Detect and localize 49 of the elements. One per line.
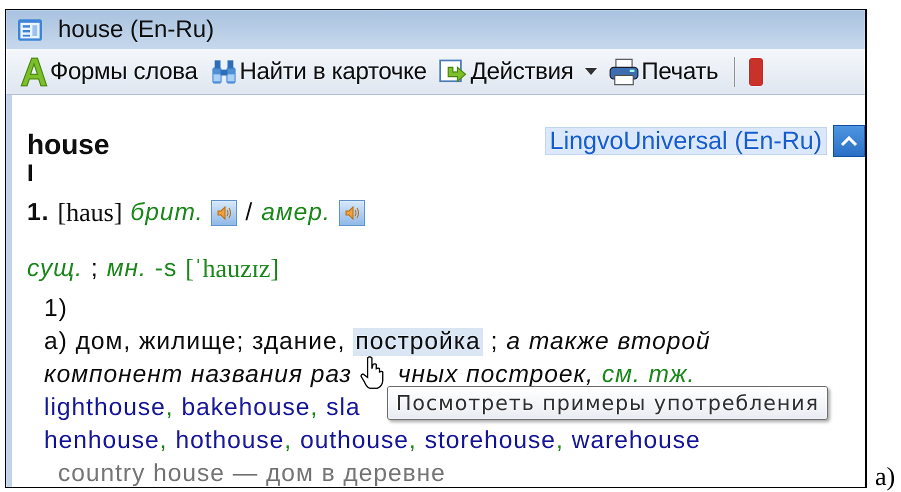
entry-text: ; [490,328,498,356]
toolbar-button[interactable]: Действия [436,56,600,88]
headword: house [27,131,110,159]
speaker-button[interactable] [338,200,365,226]
speaker-icon [344,206,360,220]
collapse-button[interactable] [833,125,865,157]
entry-text: -s [154,255,178,283]
speaker-button[interactable] [211,200,238,226]
binoculars-icon [210,58,238,86]
link[interactable]: henhouse, [44,426,168,454]
hand-cursor-icon [360,354,386,388]
toolbar-button[interactable]: Печать [607,56,720,88]
grammar-label: амер. [261,199,331,227]
entry-text: а) дом, жилище; здание, [44,328,346,356]
link[interactable]: storehouse, [424,426,564,454]
printer-icon [609,58,640,86]
comment-text: чных построек, [398,360,594,388]
tooltip: Посмотреть примеры употребления [387,386,828,420]
entry-number: 1. [27,199,50,227]
link[interactable]: lighthouse, [44,394,174,422]
link[interactable]: warehouse [572,426,701,454]
link[interactable]: hothouse, [175,426,292,454]
homonym-number: I [27,163,36,185]
link[interactable]: sla [326,394,361,422]
figure-caption: а) [875,462,896,492]
comment-text: компонент названия раз [44,360,352,388]
transcription: [ˈhauzɪz] [185,254,280,284]
comment-text: а также второй [506,328,711,356]
grammar-label: сущ. [27,255,83,283]
entry-text: ; [90,255,99,283]
entry-text: / [245,199,254,227]
card-icon [16,18,44,42]
highlighted-word[interactable]: постройка [353,328,483,356]
example-text: country house — дом в деревне [58,460,446,487]
speaker-icon [216,206,232,220]
toolbar-button[interactable]: Найти в карточке [208,56,429,88]
toolbar-button[interactable]: Формы слова [18,54,200,88]
chevron-up-icon [840,135,858,147]
grammar-label: см. тж. [602,360,696,388]
window-title: house (En-Ru) [58,16,214,44]
link[interactable]: outhouse, [300,426,417,454]
grammar-label: брит. [130,199,204,227]
dictionary-label[interactable]: LingvoUniversal (En-Ru) [544,127,827,155]
grammar-label: мн. [106,255,147,283]
link[interactable]: bakehouse, [182,394,318,422]
toolbar-icon[interactable] [749,58,764,86]
letter-icon [20,56,48,86]
transcription: [haus] [57,198,122,228]
sense-number: 1) [44,295,68,323]
